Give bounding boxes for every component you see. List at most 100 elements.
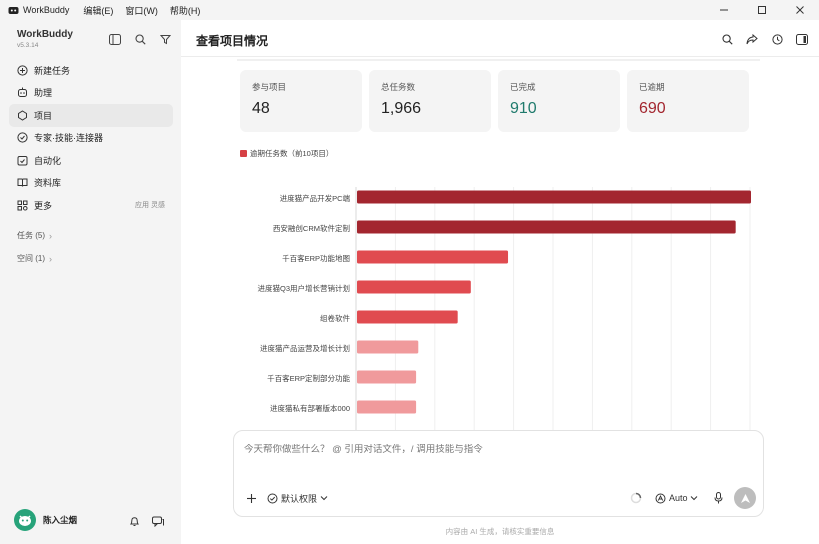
title-bar: WorkBuddy 编辑(E) 窗口(W) 帮助(H) — [0, 0, 819, 20]
history-icon[interactable] — [770, 32, 784, 46]
chart-bar[interactable] — [357, 280, 471, 294]
brand-name: WorkBuddy — [17, 29, 73, 40]
stat-value: 690 — [639, 100, 666, 117]
stat-label: 参与项目 — [252, 82, 287, 92]
sidebar-item-label: 助理 — [34, 88, 53, 99]
stat-label: 已完成 — [510, 82, 536, 92]
page-title: 查看项目情况 — [196, 34, 269, 48]
permission-label: 默认权限 — [281, 493, 318, 504]
panel-icon[interactable] — [795, 32, 809, 46]
stat-value: 48 — [252, 100, 270, 117]
filter-icon[interactable] — [156, 32, 174, 46]
sidebar-item-project[interactable]: 项目 — [9, 104, 173, 127]
main-toolbar — [709, 32, 809, 46]
section-spaces[interactable]: 空间 (1) › — [17, 253, 52, 264]
chart-category-label: 进度猫产品开发PC端 — [280, 193, 351, 203]
sidebar-item-label: 资料库 — [34, 178, 62, 189]
sidebar-item-assistant[interactable]: 助理 — [9, 82, 173, 105]
bell-icon[interactable] — [127, 514, 141, 528]
message-icon[interactable] — [151, 514, 165, 528]
model-icon — [655, 493, 666, 503]
sidebar-item-label: 自动化 — [34, 155, 62, 166]
app-name: WorkBuddy — [23, 5, 70, 15]
plus-circle-icon — [17, 65, 28, 76]
menu-edit[interactable]: 编辑(E) — [83, 4, 113, 17]
search-icon[interactable] — [720, 32, 734, 46]
add-attachment-button[interactable] — [244, 491, 258, 505]
sidebar-item-label: 更多 — [34, 200, 53, 211]
user-profile[interactable]: 陈入尘烟 — [14, 509, 77, 531]
sidebar-item-label: 新建任务 — [34, 65, 71, 76]
chart-bar[interactable] — [357, 250, 509, 264]
send-icon — [740, 493, 750, 503]
stat-card-overdue: 已逾期 690 — [627, 70, 749, 132]
microphone-icon[interactable] — [711, 491, 725, 505]
chart-bar[interactable] — [357, 370, 417, 384]
stat-label: 总任务数 — [381, 82, 416, 92]
minimize-icon[interactable] — [705, 0, 743, 20]
close-icon[interactable] — [781, 0, 819, 20]
section-tasks[interactable]: 任务 (5) › — [17, 230, 52, 241]
sidebar-item-extra: 应用 灵感 — [135, 202, 165, 210]
share-icon[interactable] — [745, 32, 759, 46]
stat-card-completed: 已完成 910 — [498, 70, 620, 132]
plus-icon — [246, 493, 256, 503]
stat-card-projects: 参与项目 48 — [240, 70, 362, 132]
chart-bar[interactable] — [357, 220, 736, 234]
user-tools — [127, 514, 175, 528]
sidebar-item-library[interactable]: 资料库 — [9, 172, 173, 195]
chevron-down-icon — [320, 496, 328, 501]
assistant-icon — [17, 87, 28, 98]
chart-bar[interactable] — [357, 340, 419, 354]
chart-category-label: 千百客ERP功能地图 — [282, 253, 350, 263]
project-dashboard: 参与项目 48 总任务数 1,966 已完成 910 已逾期 690 逾期任务数… — [231, 57, 764, 442]
loading-spinner-icon — [630, 492, 642, 504]
chart-category-label: 组卷软件 — [320, 313, 350, 323]
shield-check-icon — [267, 493, 278, 503]
chevron-down-icon — [690, 496, 697, 501]
stat-card-total-tasks: 总任务数 1,966 — [369, 70, 491, 132]
stat-value: 1,966 — [381, 100, 422, 117]
chat-input[interactable] — [244, 444, 724, 455]
sidebar-item-more[interactable]: 更多 应用 灵感 — [9, 194, 173, 217]
stat-value: 910 — [510, 100, 537, 117]
menu-bar: 编辑(E) 窗口(W) 帮助(H) — [83, 4, 212, 17]
section-label: 任务 (5) — [17, 231, 45, 240]
permission-dropdown[interactable]: 默认权限 — [267, 491, 328, 505]
scroll-top-edge — [237, 59, 760, 61]
chart-bar[interactable] — [357, 400, 417, 414]
library-icon — [17, 177, 28, 188]
search-icon[interactable] — [131, 32, 149, 46]
chevron-right-icon: › — [49, 253, 52, 264]
model-selector[interactable]: Auto — [655, 491, 698, 505]
menu-window[interactable]: 窗口(W) — [125, 4, 158, 17]
window-controls — [705, 0, 819, 20]
more-icon — [17, 200, 28, 211]
menu-help[interactable]: 帮助(H) — [170, 4, 201, 17]
user-name: 陈入尘烟 — [43, 515, 78, 525]
stats-row: 参与项目 48 总任务数 1,966 已完成 910 已逾期 690 — [240, 70, 756, 132]
sidebar-item-new-task[interactable]: 新建任务 — [9, 59, 173, 82]
stat-label: 已逾期 — [639, 82, 665, 92]
maximize-icon[interactable] — [743, 0, 781, 20]
project-icon — [17, 110, 28, 121]
legend-swatch — [240, 150, 247, 157]
chevron-right-icon: › — [49, 230, 52, 241]
chat-composer: 默认权限 Auto — [233, 430, 764, 517]
sidebar-toggle-icon[interactable] — [106, 32, 124, 46]
chart-bar[interactable] — [357, 310, 458, 324]
sidebar-item-automation[interactable]: 自动化 — [9, 149, 173, 172]
sidebar-item-experts[interactable]: 专家·技能·连接器 — [9, 127, 173, 150]
chart-bar[interactable] — [357, 190, 751, 204]
ai-disclaimer: 内容由 AI 生成，请核实重要信息 — [445, 527, 555, 536]
send-button[interactable] — [734, 487, 756, 509]
app-logo-icon — [7, 4, 19, 16]
brand-version: v5.3.14 — [17, 42, 39, 49]
chart-category-label: 进度猫Q3用户增长营销计划 — [257, 283, 350, 293]
chart-category-label: 西安融创CRM软件定制 — [273, 223, 350, 233]
expert-icon — [17, 132, 28, 143]
main-panel: 查看项目情况 参与项目 48 总任务数 1,966 已完成 910 已逾期 69… — [181, 20, 819, 544]
overdue-bar-chart: 进度猫产品开发PC端西安融创CRM软件定制千百客ERP功能地图进度猫Q3用户增长… — [231, 157, 764, 442]
sidebar-item-label: 项目 — [34, 110, 53, 121]
chart-category-label: 进度猫私有部署版本000 — [270, 403, 350, 413]
